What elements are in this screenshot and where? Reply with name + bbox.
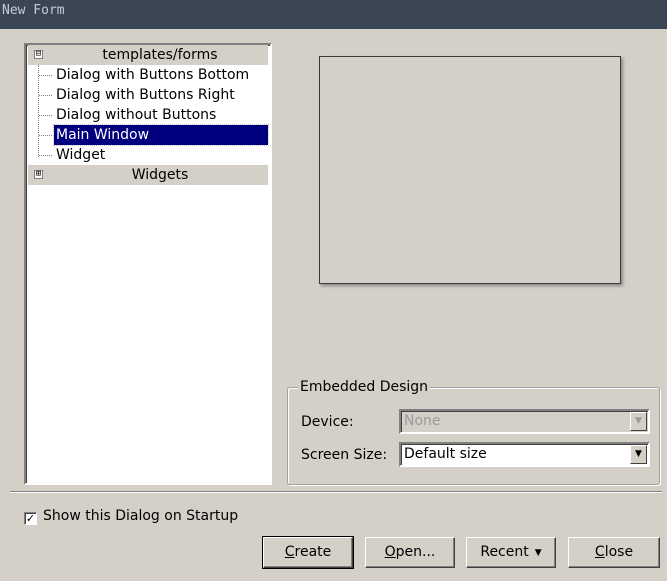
screen-size-label: Screen Size: [301,447,388,463]
tree-item-dialog-buttons-bottom[interactable]: Dialog with Buttons Bottom [54,65,251,85]
close-accelerator: C [594,544,605,560]
tree-category-label: Widgets [131,167,189,183]
open-accelerator: O [384,544,396,560]
tree-branch-line [39,115,52,116]
separator [10,491,662,493]
tree-branch-line [39,95,52,96]
tree-item-dialog-buttons-right[interactable]: Dialog with Buttons Right [54,85,237,105]
tree-category-widgets[interactable]: ⊞ Widgets [28,165,268,185]
new-form-dialog: ⊟ templates/forms Dialog with Buttons Bo… [0,29,667,581]
open-label: pen... [395,544,436,560]
close-label: lose [604,544,634,560]
tree-branch-line [39,155,52,156]
startup-checkbox-row[interactable]: ✓ Show this Dialog on Startup [24,506,238,526]
expand-icon[interactable]: ⊞ [34,170,43,179]
window-title: New Form [2,3,65,18]
chevron-down-icon[interactable]: ▼ [630,445,647,464]
collapse-icon[interactable]: ⊟ [34,50,43,59]
tree-branch-line [39,135,52,136]
form-preview [319,56,621,284]
group-title: Embedded Design [298,379,431,395]
template-tree[interactable]: ⊟ templates/forms Dialog with Buttons Bo… [24,43,272,485]
create-label: reate [294,544,332,560]
tree-branch-line [39,75,52,76]
close-button[interactable]: Close [568,537,660,568]
chevron-down-icon: ▼ [630,412,647,431]
screen-size-value: Default size [404,446,487,462]
startup-checkbox[interactable]: ✓ [24,512,37,525]
tree-item-main-window[interactable]: Main Window [53,124,269,146]
recent-label: Recent [480,544,529,560]
device-value: None [404,413,441,429]
device-label: Device: [301,414,354,430]
title-bar: New Form [0,0,667,29]
tree-item-widget[interactable]: Widget [54,145,107,165]
create-accelerator: C [284,544,295,560]
open-button[interactable]: Open... [365,537,455,568]
menu-arrow-icon: ▼ [534,548,542,558]
device-combo: None ▼ [399,409,650,434]
tree-branch-line [38,65,39,157]
tree-item-dialog-without-buttons[interactable]: Dialog without Buttons [54,105,218,125]
startup-checkbox-label[interactable]: Show this Dialog on Startup [43,508,238,524]
recent-button[interactable]: Recent ▼ [466,537,556,568]
tree-category-label: templates/forms [102,47,218,63]
create-button[interactable]: Create [262,536,354,569]
tree-category-templates-forms[interactable]: ⊟ templates/forms [28,45,268,65]
screen-size-combo[interactable]: Default size ▼ [399,442,650,467]
embedded-design-group: Embedded Design Device: None ▼ Screen Si… [287,379,660,485]
